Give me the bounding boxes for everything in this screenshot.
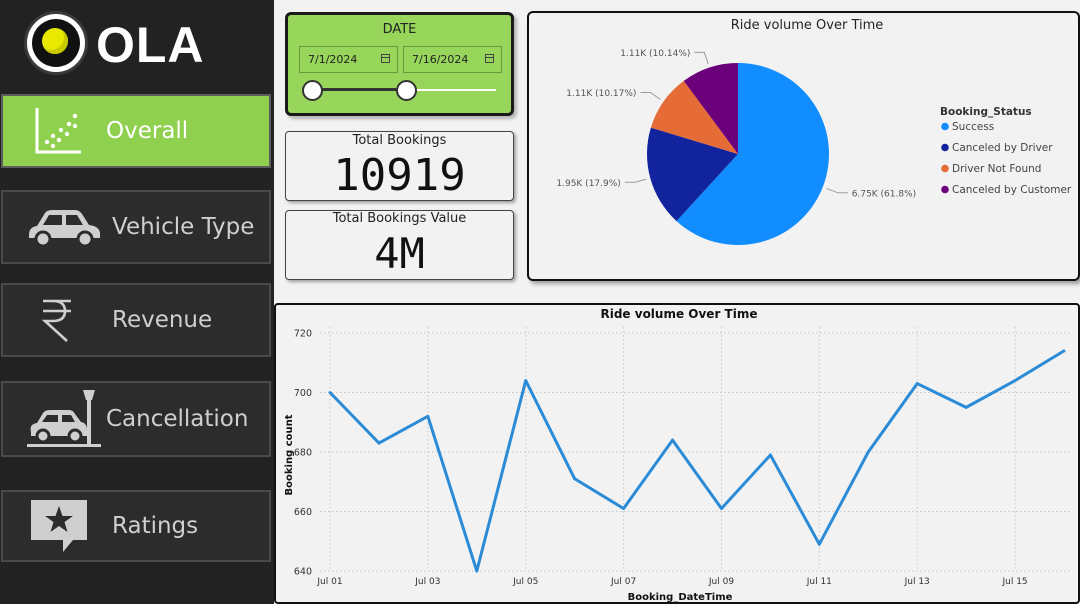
end-date-input[interactable]: 7/16/2024 — [403, 46, 502, 73]
x-tick-label: Jul 05 — [512, 577, 538, 587]
sidebar: OLA Overall Vehicle Type Revenue Cancell… — [0, 0, 274, 604]
y-tick-label: 640 — [294, 567, 312, 578]
start-date-input[interactable]: 7/1/2024 — [299, 46, 398, 73]
x-tick-label: Jul 15 — [1001, 577, 1027, 587]
pie-leader-line — [624, 178, 647, 183]
logo-text: OLA — [96, 17, 205, 73]
data-point[interactable] — [622, 507, 625, 510]
data-point[interactable] — [769, 453, 772, 457]
total-bookings-label: Total Bookings — [352, 133, 447, 148]
data-point[interactable] — [573, 477, 577, 481]
legend-item-label[interactable]: Driver Not Found — [952, 163, 1041, 175]
x-tick-label: Jul 09 — [708, 577, 734, 587]
x-tick-label: Jul 13 — [904, 577, 930, 587]
ride-volume-line-chart: Ride volume Over Time 640 660 680 700 720 Ju… — [284, 307, 1072, 602]
pie-chart-title: Ride volume Over Time — [731, 18, 884, 33]
data-point[interactable] — [1062, 349, 1066, 353]
date-slicer: DATE 7/1/2024 7/16/2024 — [285, 12, 514, 116]
total-bookings-value-label: Total Bookings Value — [332, 211, 467, 226]
nav-overall-label: Overall — [106, 118, 189, 144]
total-bookings-card: Total Bookings 10919 — [285, 131, 514, 201]
line-chart-ylabel: Booking count — [284, 414, 295, 495]
data-point[interactable] — [328, 391, 332, 394]
rupee-icon — [41, 299, 71, 342]
total-bookings-value-card: Total Bookings Value 4M — [285, 210, 514, 280]
nav-cancellation[interactable]: Cancellation — [1, 381, 271, 457]
x-tick-label: Jul 11 — [806, 577, 832, 587]
scatter-chart-icon — [35, 108, 81, 154]
y-tick-label: 700 — [294, 388, 312, 399]
x-tick-label: Jul 07 — [610, 577, 636, 587]
date-slider-start-handle[interactable] — [302, 80, 323, 101]
data-point[interactable] — [964, 405, 968, 409]
data-point[interactable] — [426, 414, 430, 418]
nav-vehicle-type[interactable]: Vehicle Type — [1, 190, 271, 264]
booking-status-pie-chart: Ride volume Over Time 6.75K (61.8%) 1.95K… — [556, 18, 1072, 246]
ola-logo-mark — [24, 11, 88, 75]
star-icon — [31, 500, 87, 552]
nav-cancellation-label: Cancellation — [106, 406, 249, 432]
date-slider-end-handle[interactable] — [396, 80, 417, 101]
pie-data-label: 6.75K (61.8%) — [852, 189, 916, 199]
y-tick-label: 660 — [294, 507, 312, 518]
legend-swatch — [941, 185, 949, 194]
legend-swatch — [941, 164, 949, 173]
data-point[interactable] — [377, 441, 381, 445]
line-chart-xlabel: Booking_DateTime — [628, 592, 733, 602]
y-tick-label: 680 — [294, 448, 312, 459]
pie-data-label: 1.95K (17.9%) — [556, 179, 620, 189]
nav-revenue[interactable]: Revenue — [1, 283, 271, 357]
booking-status-pie-panel: Ride volume Over Time 6.75K (61.8%) 1.95K… — [527, 11, 1080, 281]
car-crash-icon — [27, 390, 101, 447]
total-bookings-value: 10919 — [333, 150, 466, 201]
pie-leader-line — [826, 187, 848, 194]
line-chart-title: Ride volume Over Time — [600, 307, 757, 321]
nav-ratings-label: Ratings — [112, 513, 199, 539]
total-bookings-value-amount: 4M — [374, 229, 425, 278]
legend-item-label[interactable]: Canceled by Driver — [952, 142, 1053, 154]
calendar-icon[interactable] — [381, 54, 390, 63]
data-point[interactable] — [475, 569, 479, 573]
ride-volume-line-panel: Ride volume Over Time 640 660 680 700 720 Ju… — [274, 303, 1080, 604]
pie-data-label: 1.11K (10.14%) — [620, 49, 690, 59]
pie-data-label: 1.11K (10.17%) — [566, 89, 636, 99]
data-point[interactable] — [524, 379, 528, 382]
car-icon — [29, 210, 100, 248]
date-slicer-title: DATE — [382, 22, 417, 37]
nav-revenue-label: Revenue — [112, 307, 213, 333]
x-tick-label: Jul 03 — [414, 577, 440, 587]
data-point[interactable] — [915, 382, 919, 385]
pie-leader-line — [694, 51, 709, 64]
nav-vehicle-type-label: Vehicle Type — [112, 214, 255, 240]
pie-leader-line — [640, 91, 661, 100]
y-tick-label: 720 — [294, 329, 312, 340]
nav-overall[interactable]: Overall — [1, 94, 271, 168]
calendar-icon[interactable] — [485, 54, 494, 63]
booking-count-line[interactable] — [328, 349, 1065, 573]
legend-item-label[interactable]: Success — [952, 121, 994, 133]
data-point[interactable] — [720, 507, 723, 510]
legend-item-label[interactable]: Canceled by Customer — [952, 184, 1072, 196]
data-point[interactable] — [817, 542, 821, 546]
end-date-value: 7/16/2024 — [412, 53, 469, 66]
data-point[interactable] — [1013, 379, 1017, 382]
legend-swatch — [941, 143, 949, 152]
data-point[interactable] — [866, 450, 870, 454]
pie-legend-title: Booking_Status — [940, 106, 1032, 118]
ola-logo: OLA — [24, 10, 224, 78]
nav-ratings[interactable]: Ratings — [1, 490, 271, 562]
legend-swatch — [941, 122, 949, 131]
data-point[interactable] — [671, 438, 674, 442]
x-tick-label: Jul 01 — [316, 577, 342, 587]
start-date-value: 7/1/2024 — [308, 53, 358, 66]
